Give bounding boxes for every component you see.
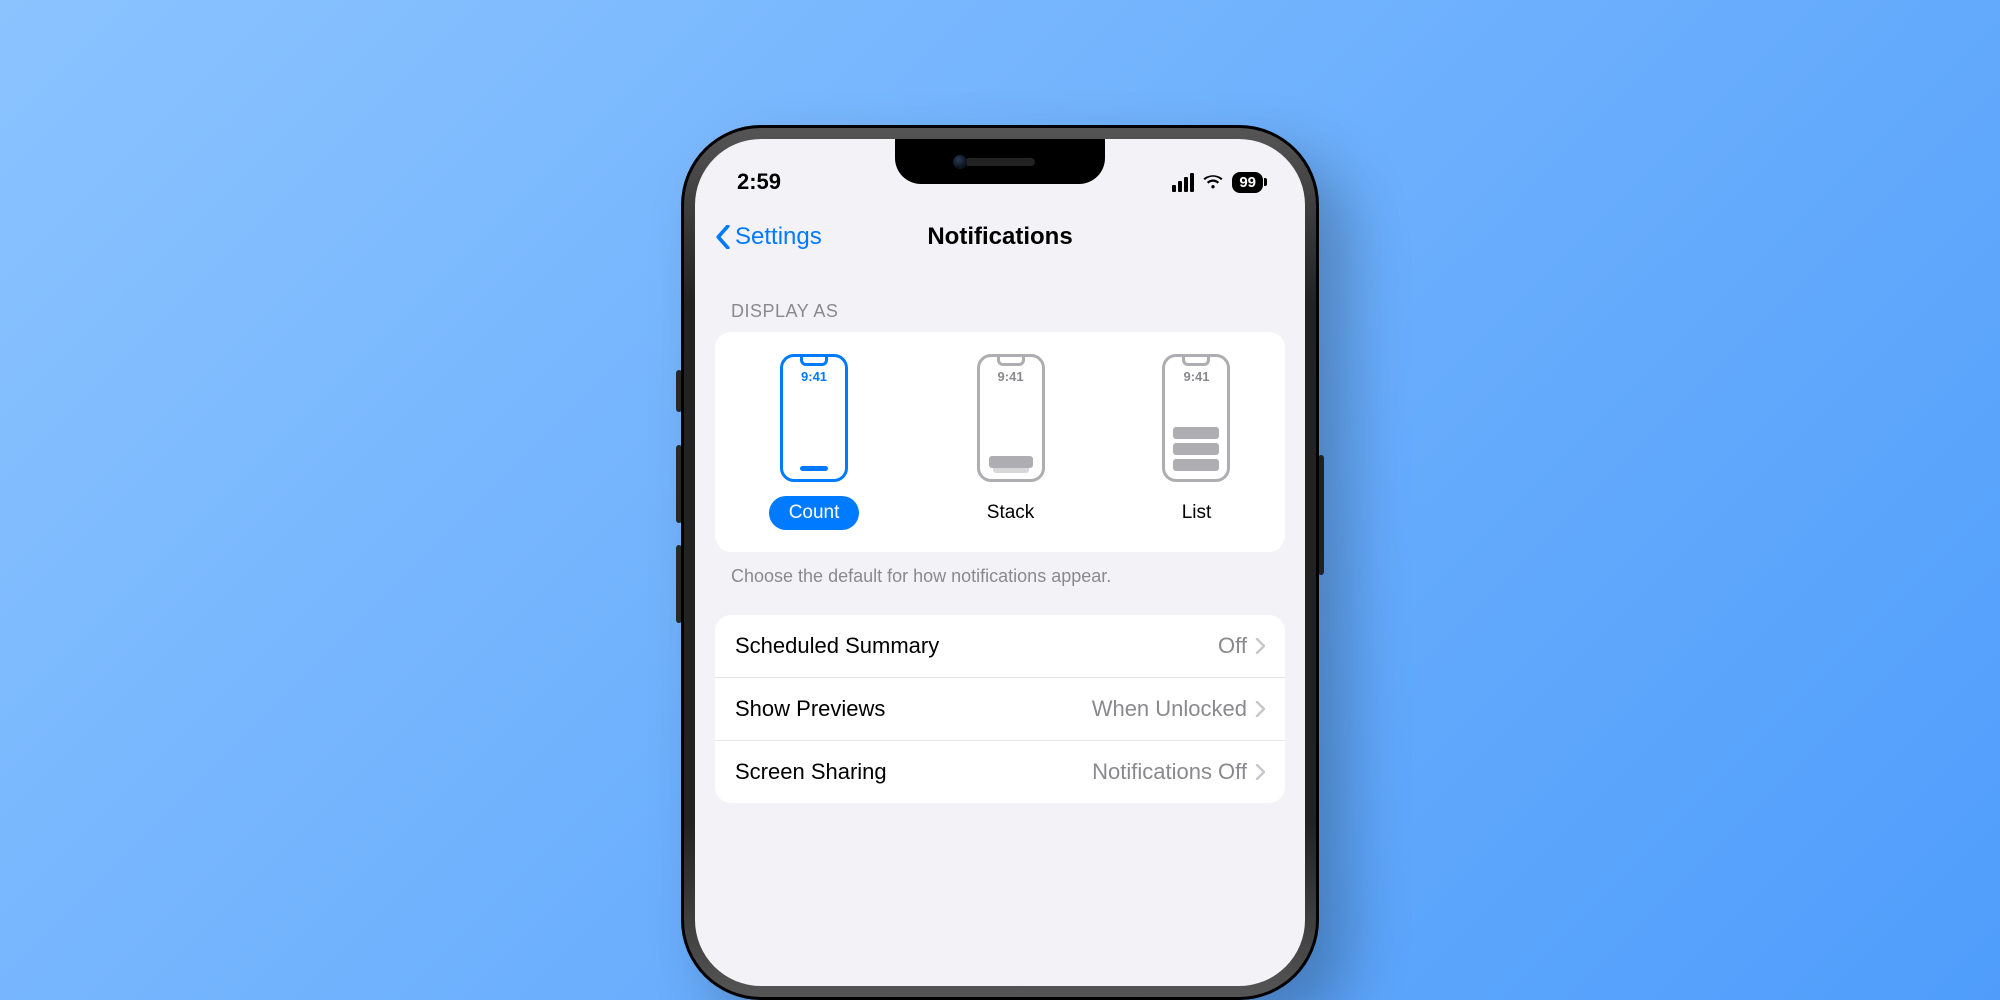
power-button	[1318, 455, 1324, 575]
chevron-left-icon	[715, 225, 731, 249]
chevron-right-icon	[1255, 764, 1265, 780]
option-label: List	[1162, 496, 1232, 530]
back-label: Settings	[735, 223, 822, 251]
wifi-icon	[1202, 174, 1224, 190]
row-value: When Unlocked	[1092, 696, 1247, 722]
mute-switch	[676, 370, 682, 412]
option-label: Count	[769, 496, 860, 530]
row-label: Show Previews	[735, 696, 885, 722]
row-value: Notifications Off	[1092, 759, 1247, 785]
page-title: Notifications	[927, 223, 1072, 251]
front-camera-icon	[953, 155, 967, 169]
row-scheduled-summary[interactable]: Scheduled Summary Off	[715, 615, 1285, 677]
stack-preview-icon: 9:41	[977, 354, 1045, 482]
row-value: Off	[1218, 633, 1247, 659]
chevron-right-icon	[1255, 638, 1265, 654]
display-option-list[interactable]: 9:41 List	[1162, 354, 1232, 530]
cellular-signal-icon	[1172, 173, 1194, 192]
volume-up-button	[676, 445, 682, 523]
screen: 2:59 99 Settings Notifications DISPLAY A…	[695, 139, 1305, 986]
section-footer: Choose the default for how notifications…	[695, 552, 1305, 615]
list-preview-icon: 9:41	[1162, 354, 1230, 482]
speaker-icon	[965, 158, 1035, 166]
battery-level: 99	[1239, 174, 1256, 191]
status-time: 2:59	[737, 169, 781, 195]
display-option-stack[interactable]: 9:41 Stack	[967, 354, 1055, 530]
section-header-display-as: DISPLAY AS	[695, 273, 1305, 332]
row-label: Screen Sharing	[735, 759, 887, 785]
iphone-frame: 2:59 99 Settings Notifications DISPLAY A…	[681, 125, 1319, 1000]
settings-list: Scheduled Summary Off Show Previews When…	[715, 615, 1285, 803]
row-show-previews[interactable]: Show Previews When Unlocked	[715, 677, 1285, 740]
notch	[895, 139, 1105, 184]
battery-indicator: 99	[1232, 172, 1263, 193]
back-button[interactable]: Settings	[715, 223, 822, 251]
row-label: Scheduled Summary	[735, 633, 939, 659]
display-option-count[interactable]: 9:41 Count	[769, 354, 860, 530]
navigation-bar: Settings Notifications	[695, 205, 1305, 273]
option-label: Stack	[967, 496, 1055, 530]
volume-down-button	[676, 545, 682, 623]
count-preview-icon: 9:41	[780, 354, 848, 482]
display-as-card: 9:41 Count 9:41 Stack 9:41 List	[715, 332, 1285, 552]
row-screen-sharing[interactable]: Screen Sharing Notifications Off	[715, 740, 1285, 803]
chevron-right-icon	[1255, 701, 1265, 717]
